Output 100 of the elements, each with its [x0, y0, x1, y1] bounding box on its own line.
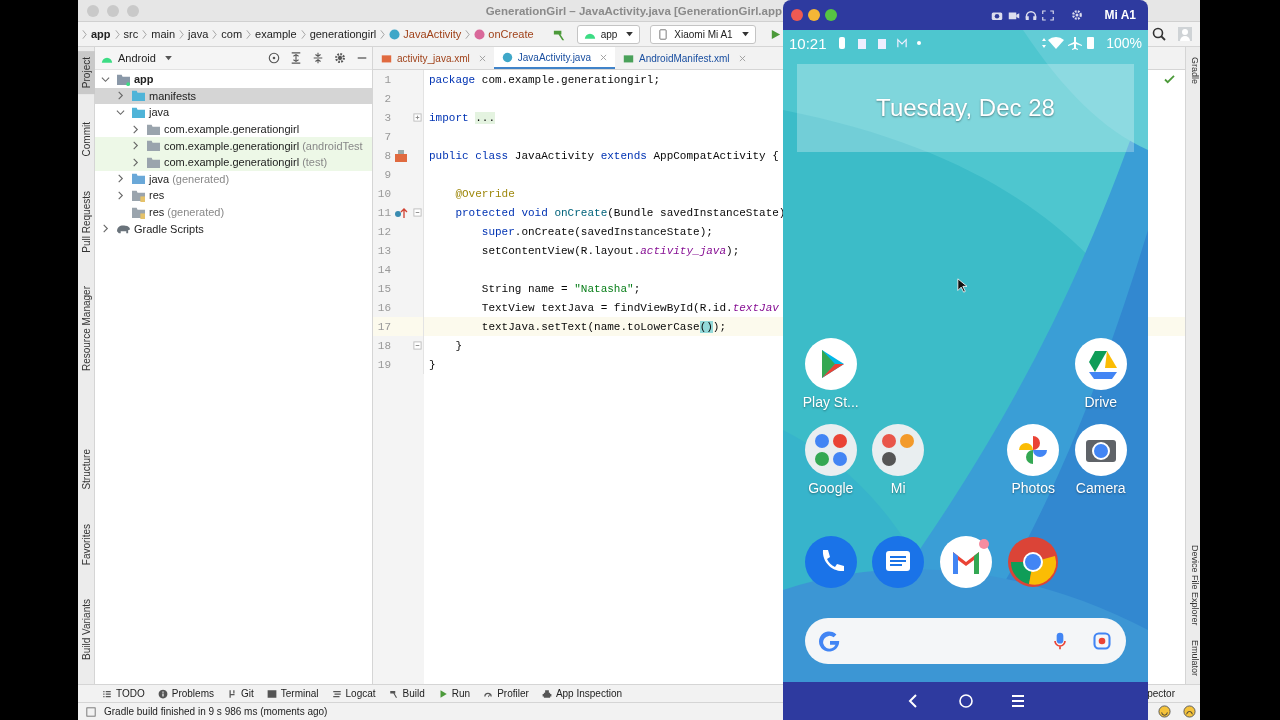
breadcrumb[interactable]: com	[221, 28, 243, 40]
breadcrumb[interactable]: java	[188, 28, 209, 40]
home-icon[interactable]	[957, 693, 974, 709]
tool-window-button[interactable]: App Inspection	[541, 688, 623, 699]
file-icon	[381, 52, 392, 64]
close-icon[interactable]	[478, 54, 486, 62]
code-line: textJava.setText(name.toLowerCase());	[480, 320, 727, 333]
run-icon[interactable]	[769, 28, 781, 40]
code-line: TextView textJava = findViewById(R.id.textJav	[480, 301, 779, 314]
lines-icon	[331, 688, 342, 699]
fold-icon[interactable]	[412, 208, 422, 217]
chevron-icon	[380, 28, 386, 40]
target-icon[interactable]	[268, 52, 280, 64]
breadcrumb[interactable]: onCreate	[474, 28, 534, 40]
breadcrumb[interactable]: JavaActivity	[389, 28, 462, 40]
layout-file-icon[interactable]	[394, 149, 408, 162]
maximize-icon[interactable]	[825, 9, 837, 21]
breadcrumb[interactable]: src	[123, 28, 139, 40]
line-number: 1	[383, 73, 391, 86]
tool-window-button[interactable]: TODO	[102, 688, 145, 699]
line-number: 12	[376, 225, 391, 238]
breadcrumb[interactable]: generationgirl	[309, 28, 377, 40]
settings-icon[interactable]	[334, 52, 346, 64]
minimize-icon[interactable]	[808, 9, 820, 21]
code-line: @Override	[454, 187, 515, 200]
chevron-down-icon	[116, 108, 125, 117]
info-icon	[157, 688, 168, 699]
editor-tab[interactable]: JavaActivity.java	[493, 47, 615, 69]
search-bar[interactable]	[805, 618, 1126, 664]
tree-item[interactable]: app	[95, 71, 372, 88]
browser-icon[interactable]	[1007, 536, 1060, 588]
run-config-dropdown[interactable]: app	[576, 24, 641, 44]
tool-window-button[interactable]: pector	[1147, 688, 1175, 699]
class-icon	[501, 51, 513, 63]
breadcrumb[interactable]: app	[91, 28, 111, 40]
editor-tab[interactable]: AndroidManifest.xml	[615, 47, 754, 69]
chevron-right-icon	[101, 224, 110, 234]
panel-toggle-icon[interactable]	[86, 706, 96, 717]
tool-window-tab[interactable]: Pull Requests	[78, 184, 95, 259]
tree-item[interactable]: com.example.generationgirl (androidTest	[95, 137, 372, 154]
tool-window-button[interactable]: Terminal	[266, 688, 319, 699]
line-number: 19	[376, 358, 391, 371]
tree-item[interactable]: res (generated)	[95, 203, 372, 221]
expand-all-icon[interactable]	[290, 52, 302, 64]
sad-face-icon[interactable]	[1183, 705, 1196, 718]
tool-window-button[interactable]: Problems	[157, 688, 214, 699]
tree-item-note: (androidTest	[302, 139, 363, 152]
tool-window-tab[interactable]: Device File Explorer	[1186, 545, 1200, 626]
search-icon[interactable]	[1152, 27, 1166, 41]
close-icon[interactable]	[738, 54, 746, 62]
editor-tab[interactable]: activity_java.xml	[373, 47, 494, 69]
fullscreen-icon[interactable]	[1042, 9, 1055, 21]
mail-icon[interactable]	[939, 536, 992, 588]
chevron-down-icon	[101, 74, 110, 84]
lens-icon[interactable]	[1092, 631, 1112, 651]
breadcrumb[interactable]: example	[255, 28, 297, 40]
window-title: GenerationGirl – JavaActivity.java [GenerationGirl.app	[485, 4, 782, 17]
tool-window-tab[interactable]: Project	[78, 51, 95, 95]
tool-window-button[interactable]: Logcat	[331, 688, 376, 699]
close-icon[interactable]	[791, 9, 803, 21]
close-icon[interactable]	[600, 53, 607, 61]
smiley-icon[interactable]	[1158, 705, 1171, 718]
line-number: 15	[376, 282, 391, 295]
code-line: protected void onCreate(Bundle savedInstanceState)	[454, 206, 786, 219]
tree-item[interactable]: com.example.generationgirl	[95, 120, 372, 138]
tool-window-button[interactable]: Git	[226, 688, 254, 699]
app-shortcut[interactable]: Camera	[1067, 424, 1135, 496]
tool-window-tab[interactable]: Resource Manager	[78, 280, 95, 378]
menu-icon[interactable]	[1009, 693, 1026, 709]
code-line: super.onCreate(savedInstanceState);	[480, 225, 713, 238]
terminal-icon	[266, 688, 277, 699]
expand-icon[interactable]	[412, 113, 422, 122]
override-icon[interactable]	[394, 206, 408, 219]
phone-icon[interactable]	[804, 536, 857, 588]
caret-icon	[626, 31, 634, 37]
fold-icon[interactable]	[412, 341, 422, 350]
tool-window-button[interactable]: Profiler	[483, 688, 529, 699]
tool-window-tab[interactable]: Favorites	[78, 517, 95, 572]
tree-item[interactable]: java (generated)	[95, 170, 372, 188]
tool-window-button[interactable]: Run	[437, 688, 471, 699]
message-icon[interactable]	[872, 536, 925, 588]
status-time: 10:21	[789, 34, 827, 52]
app-shortcut[interactable]: Drive	[1067, 338, 1135, 410]
device-name: Mi A1	[1104, 8, 1136, 22]
tool-window-tab[interactable]: Commit	[78, 116, 95, 163]
tool-window-tab[interactable]: Gradle	[1186, 57, 1200, 84]
tree-item[interactable]: Gradle Scripts	[95, 220, 372, 237]
device-dropdown[interactable]: Xiaomi Mi A1	[650, 24, 756, 44]
tool-window-tab[interactable]: Build Variants	[78, 593, 95, 666]
tree-item[interactable]: res	[95, 187, 372, 204]
tool-window-tab[interactable]: Emulator	[1186, 640, 1200, 676]
tool-window-button[interactable]: Build	[388, 688, 425, 699]
tree-item[interactable]: manifests	[95, 87, 372, 105]
view-dropdown[interactable]: Android	[101, 52, 172, 64]
tool-window-tab[interactable]: Structure	[78, 443, 95, 496]
breadcrumb[interactable]: main	[151, 28, 176, 40]
tree-item[interactable]: java	[95, 104, 372, 121]
play-store-icon	[804, 338, 857, 390]
headphones-icon[interactable]	[1025, 9, 1038, 21]
collapse-all-icon[interactable]	[312, 52, 324, 64]
